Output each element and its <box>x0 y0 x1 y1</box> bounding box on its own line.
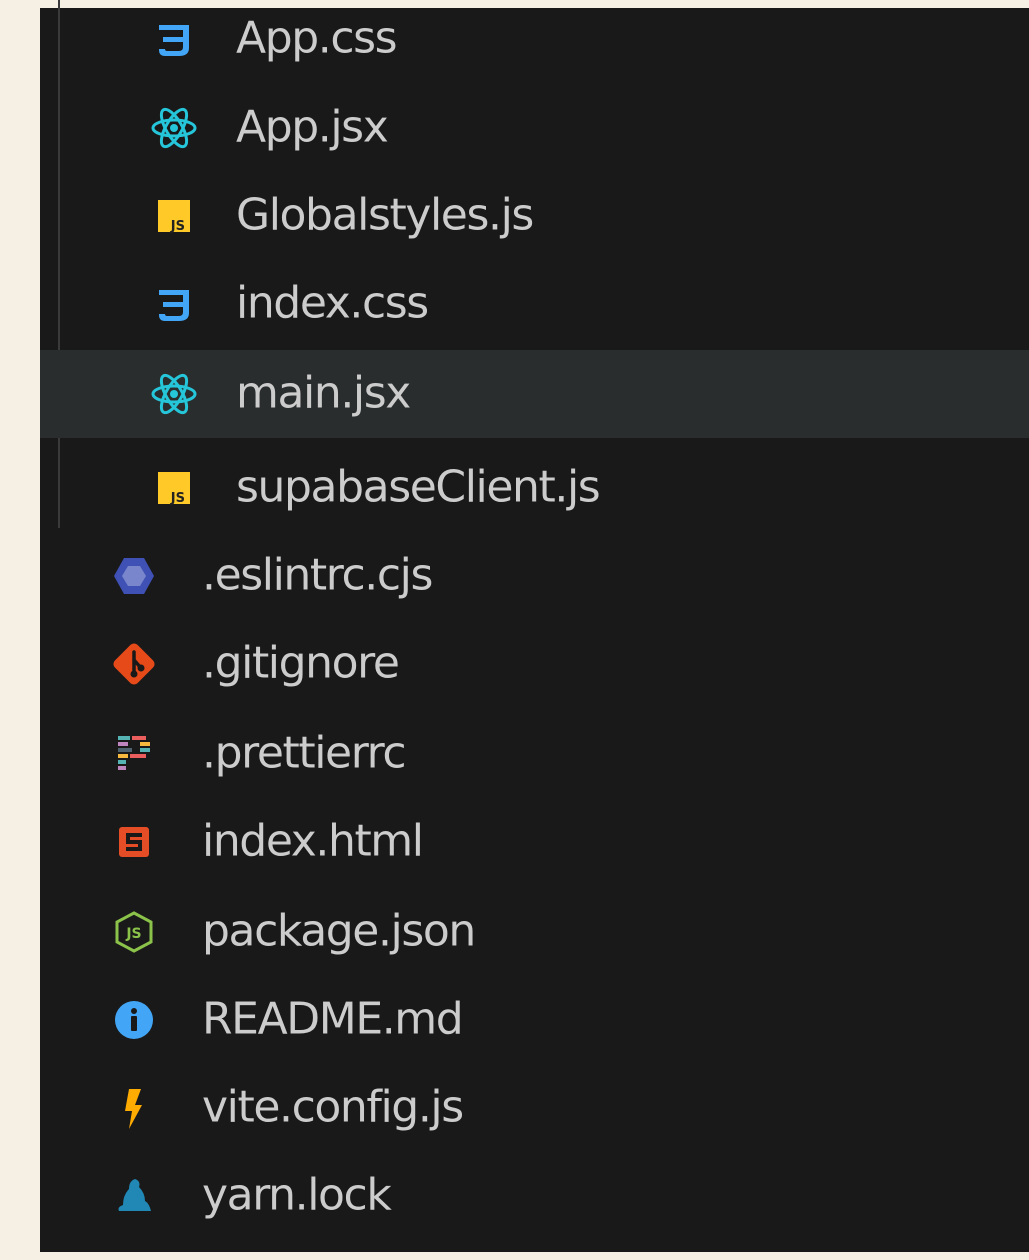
file-label: yarn.lock <box>202 1169 392 1221</box>
file-item-app-css[interactable]: App.css <box>40 0 1029 83</box>
nodejs-icon: JS <box>108 906 160 958</box>
react-icon <box>148 368 200 420</box>
file-item-vite-config-js[interactable]: vite.config.js <box>40 1064 1029 1152</box>
yarn-icon <box>108 1170 160 1222</box>
html5-icon <box>108 816 160 868</box>
file-item-package-json[interactable]: JS package.json <box>40 888 1029 976</box>
file-explorer: App.css App.jsx JS Globalstyles.js index… <box>40 0 1029 1252</box>
file-label: index.css <box>236 277 429 329</box>
file-item-eslintrc-cjs[interactable]: .eslintrc.cjs <box>40 532 1029 620</box>
eslint-icon <box>108 550 160 602</box>
javascript-icon: JS <box>148 462 200 514</box>
svg-text:JS: JS <box>170 219 185 234</box>
file-item-supabaseclient-js[interactable]: JS supabaseClient.js <box>40 444 1029 532</box>
file-item-index-css[interactable]: index.css <box>40 260 1029 348</box>
javascript-icon: JS <box>148 190 200 242</box>
svg-text:JS: JS <box>125 926 141 942</box>
file-label: package.json <box>202 905 476 957</box>
vite-icon <box>108 1082 160 1134</box>
file-item-prettierrc[interactable]: .prettierrc <box>40 710 1029 798</box>
css-icon <box>148 278 200 330</box>
file-item-globalstyles-js[interactable]: JS Globalstyles.js <box>40 172 1029 260</box>
file-label: App.css <box>236 12 398 64</box>
file-label: main.jsx <box>236 367 411 419</box>
file-label: Globalstyles.js <box>236 189 534 241</box>
svg-text:JS: JS <box>170 491 185 506</box>
prettier-icon <box>108 728 160 780</box>
react-icon <box>148 102 200 154</box>
file-item-yarn-lock[interactable]: yarn.lock <box>40 1152 1029 1240</box>
file-label: .prettierrc <box>202 727 407 779</box>
file-item-gitignore[interactable]: .gitignore <box>40 620 1029 708</box>
git-icon <box>108 638 160 690</box>
file-item-main-jsx[interactable]: main.jsx <box>40 350 1029 438</box>
file-item-app-jsx[interactable]: App.jsx <box>40 84 1029 172</box>
file-label: .gitignore <box>202 637 400 689</box>
info-icon <box>108 994 160 1046</box>
file-label: index.html <box>202 815 424 867</box>
file-label: .eslintrc.cjs <box>202 549 433 601</box>
css-icon <box>148 13 200 65</box>
file-label: README.md <box>202 993 464 1045</box>
file-label: App.jsx <box>236 101 389 153</box>
file-item-readme-md[interactable]: README.md <box>40 976 1029 1064</box>
file-label: vite.config.js <box>202 1081 464 1133</box>
file-label: supabaseClient.js <box>236 461 601 513</box>
file-item-index-html[interactable]: index.html <box>40 798 1029 886</box>
